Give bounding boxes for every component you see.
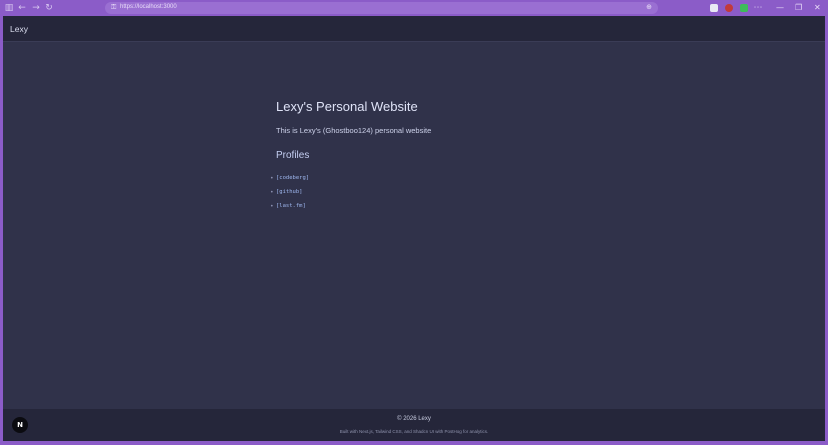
forward-arrow-icon[interactable]: →	[31, 3, 41, 13]
list-item: • [github]	[270, 189, 576, 203]
back-arrow-icon[interactable]: ←	[17, 3, 27, 13]
extension-icon[interactable]	[710, 4, 718, 12]
extension-icon[interactable]	[740, 4, 748, 12]
site-brand[interactable]: Lexy	[10, 24, 28, 34]
profile-link-codeberg[interactable]: [codeberg]	[276, 175, 309, 181]
bullet-icon: •	[270, 189, 274, 196]
close-icon[interactable]: ✕	[814, 3, 821, 13]
page-title: Lexy's Personal Website	[276, 99, 418, 114]
maximize-icon[interactable]: ❐	[795, 3, 802, 13]
bullet-icon: •	[270, 203, 274, 210]
list-item: • [codeberg]	[270, 175, 576, 189]
bullet-icon: •	[270, 175, 274, 182]
profiles-list: • [codeberg] • [github] • [last.fm]	[270, 175, 576, 217]
minimize-icon[interactable]: —	[776, 3, 784, 13]
url-text[interactable]: https://localhost:3000	[120, 4, 177, 10]
list-item: • [last.fm]	[270, 203, 576, 217]
lock-icon: ⚿	[111, 3, 117, 11]
footer-copyright: © 2026 Lexy	[397, 416, 431, 422]
profile-link-github[interactable]: [github]	[276, 189, 303, 195]
page-description: This is Lexy's (Ghostboo124) personal we…	[276, 126, 432, 135]
sidebar-toggle-icon[interactable]: ▥	[4, 3, 14, 13]
nextjs-dev-badge[interactable]: N	[12, 417, 28, 433]
profiles-heading: Profiles	[276, 150, 310, 161]
main-content: Lexy's Personal Website This is Lexy's (…	[270, 99, 576, 217]
reload-icon[interactable]: ↻	[44, 3, 54, 13]
profile-link-lastfm[interactable]: [last.fm]	[276, 203, 306, 209]
address-bar[interactable]: ⚿ https://localhost:3000 ⊕	[105, 2, 658, 14]
site-navbar: Lexy	[3, 16, 825, 42]
footer-built-with: Built with Next.js, Tailwind CSS, and Sh…	[339, 429, 489, 434]
more-menu-icon[interactable]: ⋯	[753, 3, 763, 13]
site-footer: © 2026 Lexy Built with Next.js, Tailwind…	[3, 409, 825, 441]
page-viewport: Lexy Lexy's Personal Website This is Lex…	[3, 16, 825, 441]
zoom-icon[interactable]: ⊕	[646, 3, 652, 11]
extension-icon[interactable]	[725, 4, 733, 12]
browser-toolbar: ▥ ← → ↻ ⚿ https://localhost:3000 ⊕ ⋯ — ❐…	[0, 0, 828, 16]
